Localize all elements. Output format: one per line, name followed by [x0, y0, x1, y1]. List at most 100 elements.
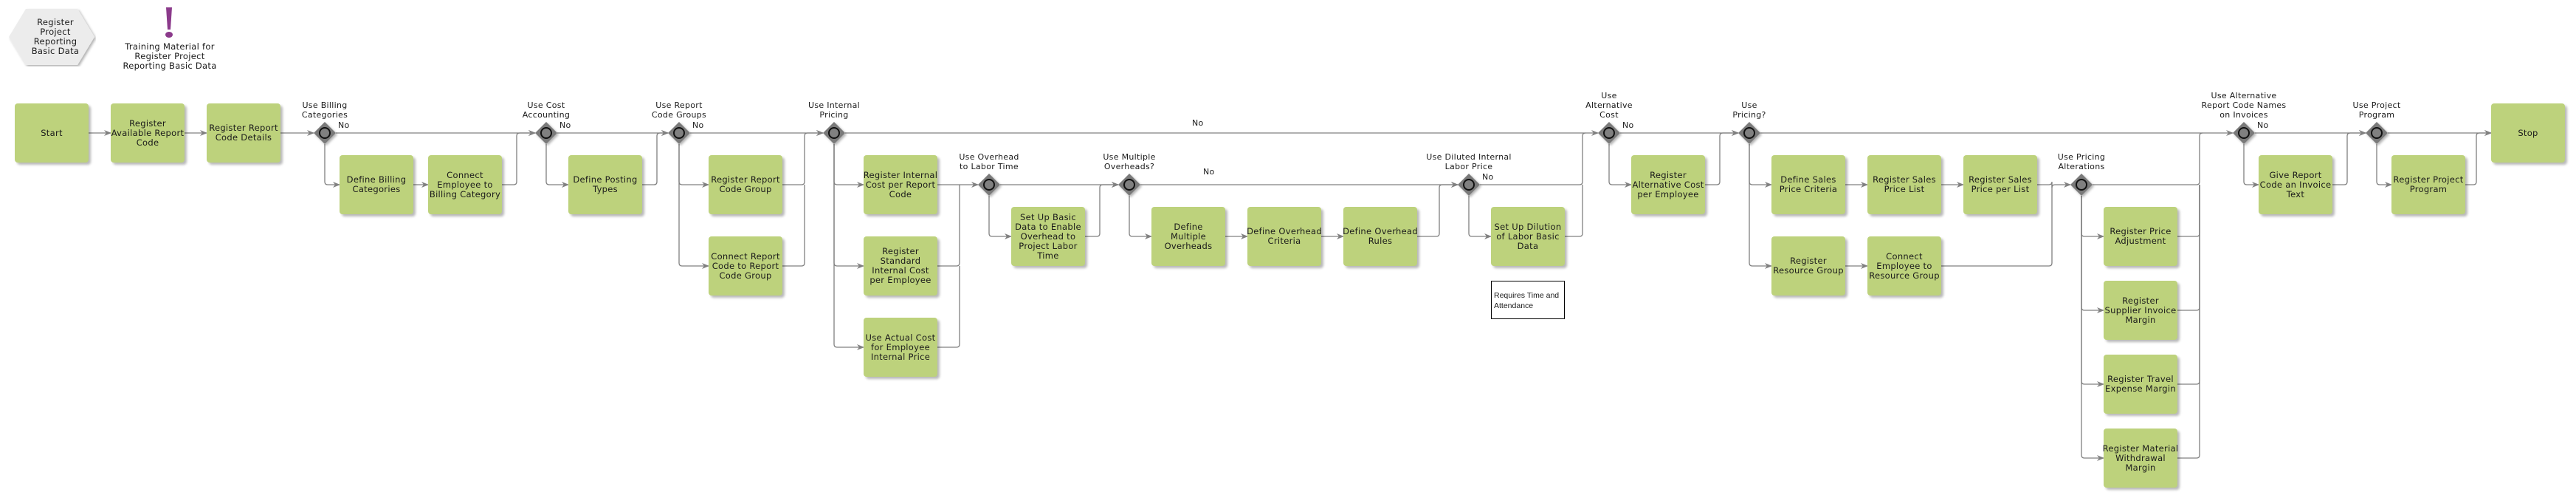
gateway-use-report-code-groups[interactable]: [668, 122, 690, 144]
gateway-marker-icon: [540, 127, 552, 139]
connector: [1085, 182, 1119, 237]
connector: [1468, 196, 1492, 239]
gateway-marker-icon: [2076, 179, 2087, 191]
connector: [678, 144, 709, 188]
connector: [324, 144, 340, 188]
connector: [1749, 144, 1772, 188]
gateway-label: Use Multiple Overheads?: [1103, 152, 1156, 171]
connector: [833, 144, 864, 350]
gateway-marker-icon: [1603, 127, 1615, 139]
activity-define-overhead-rules[interactable]: Define Overhead Rules: [1343, 207, 1418, 266]
activity-set-up-basic-overhead[interactable]: Set Up Basic Data to Enable Overhead to …: [1011, 207, 1085, 266]
activity-register-material-withdrawal-margin[interactable]: Register Material Withdrawal Margin: [2103, 429, 2178, 488]
gateway-marker-icon: [1463, 179, 1475, 191]
gateway-label: Use Cost Accounting: [522, 100, 571, 120]
connector: [833, 144, 864, 188]
activity-use-actual-cost[interactable]: Use Actual Cost for Employee Internal Pr…: [864, 318, 937, 377]
connector: [937, 266, 960, 348]
connector: [782, 185, 805, 267]
activity-register-alternative-cost[interactable]: Register Alternative Cost per Employee: [1631, 155, 1705, 214]
activity-register-supplier-invoice-margin[interactable]: Register Supplier Invoice Margin: [2104, 281, 2177, 340]
gateway-marker-icon: [319, 127, 331, 139]
gateway-label: Use Report Code Groups: [651, 100, 707, 120]
gateway-use-pricing-alterations[interactable]: [2070, 174, 2093, 196]
gateway-use-overhead-labor-time[interactable]: [978, 174, 1000, 196]
activity-connect-employee-resource-group[interactable]: Connect Employee to Resource Group: [1867, 236, 1941, 296]
gateway-use-project-program[interactable]: [2366, 122, 2388, 144]
activity-set-up-dilution[interactable]: Set Up Dilution of Labor Basic Data: [1491, 207, 1565, 266]
gateway-label: Use Alternative Report Code Names on Inv…: [2201, 91, 2287, 120]
gateway-use-alternative-report-code-names[interactable]: [2233, 122, 2255, 144]
connector: [502, 130, 536, 185]
gateway-label: Use Billing Categories: [301, 100, 348, 120]
edge-label-no: No: [1622, 120, 1634, 130]
gateway-marker-icon: [1123, 179, 1135, 191]
connector: [642, 130, 669, 185]
connector: [2177, 185, 2200, 237]
connector: [2081, 196, 2104, 387]
connector: [2177, 185, 2200, 459]
gateway-use-multiple-overheads[interactable]: [1118, 174, 1140, 196]
connector: [2081, 196, 2104, 461]
gateway-use-pricing[interactable]: [1738, 122, 1760, 144]
connector: [2093, 132, 2203, 185]
gateway-label: Use Diluted Internal Labor Price: [1426, 152, 1512, 171]
activity-connect-report-code-group[interactable]: Connect Report Code to Report Code Group: [709, 236, 782, 296]
connector: [988, 196, 1012, 239]
activity-connect-employee-billing[interactable]: Connect Employee to Billing Category: [428, 155, 502, 214]
edge-label-no: No: [559, 120, 571, 130]
activity-register-price-adjustment[interactable]: Register Price Adjustment: [2104, 207, 2177, 266]
edge-label-no: No: [2257, 120, 2269, 130]
note-requires-time-attendance: Requires Time and Attendance: [1491, 281, 1565, 319]
activity-define-posting-types[interactable]: Define Posting Types: [568, 155, 642, 214]
activity-register-internal-cost[interactable]: Register Internal Cost per Report Code: [864, 155, 937, 214]
connector: [1705, 130, 1739, 185]
gateway-label: Use Pricing?: [1732, 100, 1766, 120]
activity-register-travel-expense-margin[interactable]: Register Travel Expense Margin: [2104, 355, 2177, 414]
connector: [1565, 185, 1583, 237]
gateway-use-diluted-internal-labor-price[interactable]: [1458, 174, 1480, 196]
activity-stop[interactable]: Stop: [2491, 103, 2565, 163]
connector: [1417, 182, 1459, 237]
activity-register-project-program[interactable]: Register Project Program: [2391, 155, 2465, 214]
gateway-marker-icon: [2371, 127, 2383, 139]
activity-register-report-code-group[interactable]: Register Report Code Group: [709, 155, 782, 214]
edge-label-no: No: [1482, 172, 1494, 182]
training-material-label: Training Material for Register Project R…: [123, 41, 217, 71]
connector: [937, 185, 960, 267]
activity-define-billing-categories[interactable]: Define Billing Categories: [340, 155, 413, 214]
edge-label-no: No: [1192, 118, 1204, 128]
connector: [2243, 144, 2259, 188]
training-material-icon[interactable]: [164, 7, 174, 38]
gateway-marker-icon: [1743, 127, 1755, 139]
activity-register-report-code-details[interactable]: Register Report Code Details: [207, 103, 280, 163]
connector: [782, 130, 824, 185]
gateway-use-alternative-cost[interactable]: [1598, 122, 1620, 144]
gateway-label: Use Internal Pricing: [807, 100, 861, 120]
activity-define-sales-price-criteria[interactable]: Define Sales Price Criteria: [1771, 155, 1845, 214]
activity-register-available-report-code[interactable]: Register Available Report Code: [111, 103, 185, 163]
connector: [833, 144, 864, 269]
connector: [2081, 196, 2104, 239]
edge-label-no: No: [338, 120, 350, 130]
connector: [1129, 196, 1152, 239]
activity-register-standard-internal-cost[interactable]: Register Standard Internal Cost per Empl…: [864, 236, 937, 296]
connector: [2177, 185, 2200, 385]
gateway-label: Use Alternative Cost: [1585, 91, 1633, 120]
activity-register-sales-price-list[interactable]: Register Sales Price List: [1867, 155, 1941, 214]
connector: [2465, 130, 2492, 185]
activity-register-resource-group[interactable]: Register Resource Group: [1771, 236, 1845, 296]
gateway-use-billing-categories[interactable]: [314, 122, 336, 144]
gateway-use-internal-pricing[interactable]: [823, 122, 845, 144]
gateway-use-cost-accounting[interactable]: [535, 122, 557, 144]
connector: [1608, 144, 1632, 188]
activity-start[interactable]: Start: [15, 103, 89, 163]
activity-define-overhead-criteria[interactable]: Define Overhead Criteria: [1247, 207, 1322, 266]
connector: [2332, 130, 2366, 185]
activity-give-report-code-invoice-text[interactable]: Give Report Code an Invoice Text: [2259, 155, 2332, 214]
activity-define-multiple-overheads[interactable]: Define Multiple Overheads: [1151, 207, 1225, 266]
activity-register-sales-price-per-list[interactable]: Register Sales Price per List: [1963, 155, 2037, 214]
gateway-marker-icon: [673, 127, 685, 139]
gateway-label: Use Overhead to Labor Time: [959, 152, 1019, 171]
gateway-label: Use Pricing Alterations: [2057, 152, 2106, 171]
